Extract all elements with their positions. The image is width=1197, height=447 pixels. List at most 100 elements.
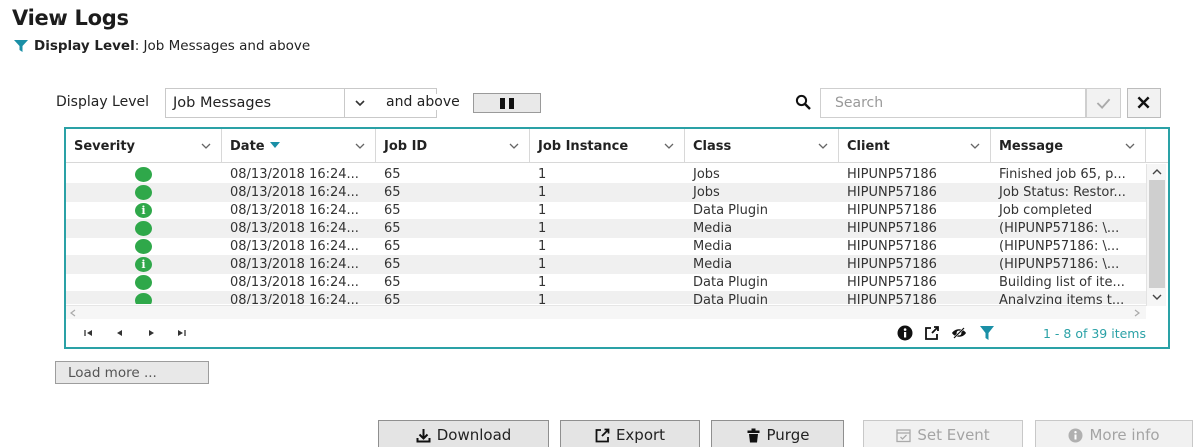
cell-class: Data Plugin <box>693 293 768 304</box>
cell-job-id: 65 <box>384 167 401 182</box>
scroll-right-icon[interactable] <box>1134 309 1140 317</box>
load-more-button[interactable]: Load more ... <box>55 361 209 384</box>
apply-search-button[interactable] <box>1086 88 1121 118</box>
column-header-label: Job ID <box>384 139 428 154</box>
cell-instance: 1 <box>538 167 547 182</box>
cell-client: HIPUNP57186 <box>847 239 937 254</box>
cell-client: HIPUNP57186 <box>847 221 937 236</box>
cell-message: (HIPUNP57186: \... <box>999 257 1120 272</box>
pause-bar-right <box>509 98 514 109</box>
column-header-date[interactable]: Date <box>222 129 376 163</box>
download-icon <box>416 428 431 442</box>
display-level-summary-label: Display Level <box>34 38 135 54</box>
table-row[interactable]: 08/13/2018 16:24... 65 1 Jobs HIPUNP57186 Fin… <box>66 165 1146 184</box>
hide-columns-icon[interactable] <box>951 325 967 341</box>
cell-date: 08/13/2018 16:24... <box>230 167 359 182</box>
log-toolbar: Display Level Job Messages and above <box>54 88 1174 118</box>
cell-class: Data Plugin <box>693 203 768 218</box>
column-header-label: Severity <box>74 139 136 154</box>
close-icon <box>1137 96 1150 109</box>
severity-success-icon <box>135 239 152 254</box>
cell-client: HIPUNP57186 <box>847 275 937 290</box>
chevron-down-icon[interactable] <box>201 143 211 150</box>
display-level-summary: Display Level : Job Messages and above <box>14 38 310 54</box>
column-header-job-instance[interactable]: Job Instance <box>530 129 685 163</box>
table-row[interactable]: i 08/13/2018 16:24... 65 1 Media HIPUNP57186 (… <box>66 255 1146 274</box>
cell-message: Building list of ite... <box>999 275 1125 290</box>
scrollbar-thumb[interactable] <box>1149 180 1165 288</box>
table-row[interactable]: 08/13/2018 16:24... 65 1 Media HIPUNP57186 (H… <box>66 237 1146 256</box>
pause-button[interactable] <box>473 93 541 113</box>
severity-success-icon <box>135 167 152 182</box>
chevron-down-icon[interactable] <box>509 143 519 150</box>
clear-search-button[interactable] <box>1127 88 1161 118</box>
more-info-button[interactable]: More info <box>1035 420 1193 447</box>
page-count: 1 - 8 of 39 items <box>1043 326 1146 341</box>
column-header-label: Class <box>693 139 732 154</box>
last-page-icon[interactable] <box>176 328 186 338</box>
cell-job-id: 65 <box>384 293 401 304</box>
cell-instance: 1 <box>538 275 547 290</box>
cell-client: HIPUNP57186 <box>847 293 937 304</box>
table-row[interactable]: 08/13/2018 16:24... 65 1 Data Plugin HIPUNP5… <box>66 273 1146 292</box>
column-header-client[interactable]: Client <box>839 129 991 163</box>
display-level-selected: Job Messages <box>173 95 272 111</box>
table-row[interactable]: 08/13/2018 16:24... 65 1 Data Plugin HIPUNP5… <box>66 291 1146 304</box>
column-header-class[interactable]: Class <box>685 129 839 163</box>
scroll-up-icon[interactable] <box>1152 168 1162 175</box>
previous-page-icon[interactable] <box>115 328 125 338</box>
chevron-down-icon[interactable] <box>970 143 980 150</box>
page-title: View Logs <box>12 6 129 30</box>
table-row[interactable]: 08/13/2018 16:24... 65 1 Media HIPUNP57186 (H… <box>66 219 1146 238</box>
table-row[interactable]: i 08/13/2018 16:24... 65 1 Data Plugin HIPUNP… <box>66 201 1146 220</box>
chevron-down-icon[interactable] <box>664 143 674 150</box>
severity-info-icon: i <box>135 257 152 272</box>
cell-client: HIPUNP57186 <box>847 185 937 200</box>
cell-job-id: 65 <box>384 239 401 254</box>
column-header-message[interactable]: Message <box>991 129 1146 163</box>
severity-success-icon <box>135 293 152 304</box>
set-event-label: Set Event <box>917 426 990 444</box>
set-event-button[interactable]: Set Event <box>863 420 1023 447</box>
column-header-job-id[interactable]: Job ID <box>376 129 530 163</box>
table-row[interactable]: 08/13/2018 16:24... 65 1 Jobs HIPUNP57186 Job… <box>66 183 1146 202</box>
cell-class: Jobs <box>693 167 720 182</box>
export-button[interactable]: Export <box>560 420 700 447</box>
first-page-icon[interactable] <box>84 328 94 338</box>
cell-job-id: 65 <box>384 185 401 200</box>
download-button[interactable]: Download <box>378 420 549 447</box>
filter-icon[interactable] <box>979 325 995 341</box>
column-header-label: Job Instance <box>538 139 629 154</box>
cell-client: HIPUNP57186 <box>847 167 937 182</box>
horizontal-scrollbar[interactable] <box>66 305 1146 319</box>
chevron-down-icon[interactable] <box>355 143 365 150</box>
chevron-down-icon[interactable] <box>818 143 828 150</box>
pause-bar-left <box>500 98 505 109</box>
vertical-scrollbar[interactable] <box>1146 164 1166 306</box>
cell-instance: 1 <box>538 185 547 200</box>
export-icon <box>595 428 610 442</box>
purge-button[interactable]: Purge <box>711 420 844 447</box>
scroll-left-icon[interactable] <box>70 309 76 317</box>
trash-icon <box>747 428 760 442</box>
more-info-label: More info <box>1089 426 1160 444</box>
severity-success-icon <box>135 275 152 290</box>
cell-date: 08/13/2018 16:24... <box>230 185 359 200</box>
chevron-down-icon[interactable] <box>1125 143 1135 150</box>
scroll-down-icon[interactable] <box>1152 294 1162 301</box>
column-header-severity[interactable]: Severity <box>66 129 222 163</box>
cell-date: 08/13/2018 16:24... <box>230 239 359 254</box>
purge-label: Purge <box>766 426 810 444</box>
next-page-icon[interactable] <box>146 328 156 338</box>
cell-instance: 1 <box>538 221 547 236</box>
cell-date: 08/13/2018 16:24... <box>230 275 359 290</box>
cell-date: 08/13/2018 16:24... <box>230 203 359 218</box>
export-icon[interactable] <box>924 325 940 341</box>
event-icon <box>896 428 911 442</box>
column-header-label: Client <box>847 139 890 154</box>
download-label: Download <box>436 426 512 444</box>
search-icon <box>795 94 811 110</box>
search-input[interactable] <box>820 88 1086 118</box>
cell-client: HIPUNP57186 <box>847 203 937 218</box>
info-icon[interactable] <box>897 325 913 341</box>
